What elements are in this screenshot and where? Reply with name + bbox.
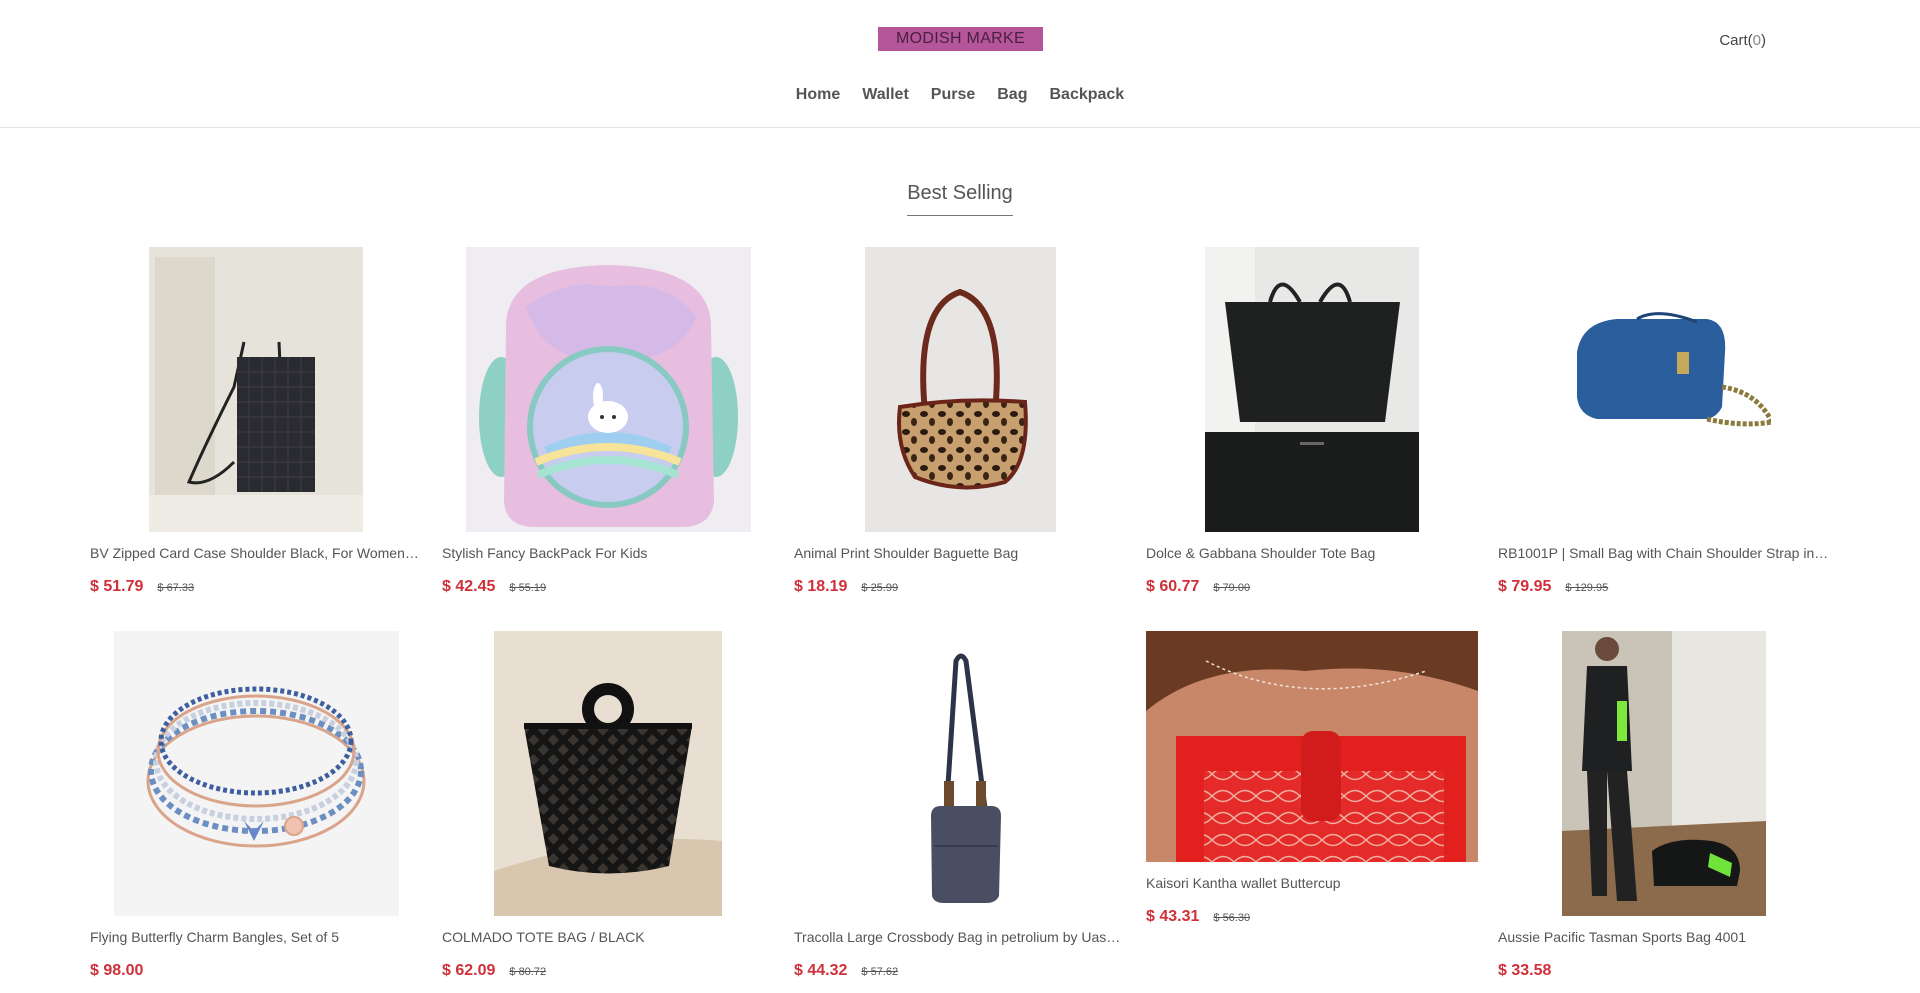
black-woven-phone-pouch-icon [149, 247, 363, 532]
red-kantha-wallet-icon [1146, 631, 1478, 862]
price-row: $ 62.09 $ 80.72 [442, 962, 774, 980]
section-title: Best Selling [907, 182, 1013, 216]
product-old-price: $ 57.62 [861, 966, 899, 978]
product-price: $ 98.00 [90, 962, 144, 979]
product-title[interactable]: BV Zipped Card Case Shoulder Black, For … [90, 545, 422, 561]
product-image [494, 631, 722, 916]
pink-unicorn-backpack-icon [466, 247, 751, 532]
price-row: $ 51.79 $ 67.33 [90, 578, 422, 596]
black-tote-bag-icon [1205, 247, 1419, 532]
product-image [114, 631, 399, 916]
product-title[interactable]: Animal Print Shoulder Baguette Bag [794, 545, 1126, 561]
product-image-link[interactable] [1498, 247, 1830, 532]
product-title[interactable]: COLMADO TOTE BAG / BLACK [442, 929, 774, 945]
product-price: $ 44.32 [794, 962, 848, 979]
nav-wallet[interactable]: Wallet [851, 86, 920, 104]
price-row: $ 18.19 $ 25.99 [794, 578, 1126, 596]
product-title[interactable]: Dolce & Gabbana Shoulder Tote Bag [1146, 545, 1478, 561]
product-price: $ 33.58 [1498, 962, 1552, 979]
product-image [1205, 247, 1419, 532]
price-row: $ 60.77 $ 79.00 [1146, 578, 1478, 596]
leopard-baguette-bag-icon [865, 247, 1056, 532]
product-title[interactable]: Stylish Fancy BackPack For Kids [442, 545, 774, 561]
product-old-price: $ 25.99 [861, 582, 899, 594]
price-row: $ 33.58 [1498, 962, 1830, 980]
price-row: $ 43.31 $ 56.30 [1146, 908, 1478, 926]
product-image-link[interactable] [442, 631, 774, 916]
product-old-price: $ 56.30 [1213, 912, 1251, 924]
product-title[interactable]: Kaisori Kantha wallet Buttercup [1146, 875, 1478, 891]
product-image-link[interactable] [90, 247, 422, 532]
black-jelly-tote-icon [494, 631, 722, 916]
product-title[interactable]: Aussie Pacific Tasman Sports Bag 4001 [1498, 929, 1830, 945]
product-title[interactable]: Flying Butterfly Charm Bangles, Set of 5 [90, 929, 422, 945]
section-heading: Best Selling [0, 182, 1920, 216]
price-row: $ 98.00 [90, 962, 422, 980]
product-price: $ 62.09 [442, 962, 496, 979]
cart-label: Cart( [1719, 32, 1753, 49]
product-price: $ 42.45 [442, 578, 496, 595]
sports-duffel-bag-icon [1562, 631, 1766, 916]
cart-label-close: ) [1761, 32, 1766, 49]
product-old-price: $ 55.19 [509, 582, 547, 594]
product-price: $ 51.79 [90, 578, 144, 595]
product-old-price: $ 80.72 [509, 966, 547, 978]
product-image [1562, 631, 1766, 916]
product-image [466, 247, 751, 532]
product-image [1557, 247, 1771, 532]
product-price: $ 18.19 [794, 578, 848, 595]
site-header: MODISH MARKE Cart(0) Home Wallet Purse B… [0, 0, 1920, 128]
nav-purse[interactable]: Purse [920, 86, 986, 104]
price-row: $ 79.95 $ 129.95 [1498, 578, 1830, 596]
nav-home[interactable]: Home [785, 86, 851, 104]
product-price: $ 60.77 [1146, 578, 1200, 595]
product-old-price: $ 129.95 [1565, 582, 1609, 594]
product-image-link[interactable] [1146, 247, 1478, 532]
product-image-link[interactable] [1498, 631, 1830, 916]
main-nav: Home Wallet Purse Bag Backpack [0, 86, 1920, 104]
product-image-link[interactable] [90, 631, 422, 916]
product-price: $ 43.31 [1146, 908, 1200, 925]
charm-bangles-icon [114, 631, 399, 916]
cart-link[interactable]: Cart(0) [1719, 32, 1766, 49]
product-image-link[interactable] [794, 631, 1126, 916]
product-old-price: $ 67.33 [157, 582, 195, 594]
product-image [149, 247, 363, 532]
product-image-link[interactable] [794, 247, 1126, 532]
product-price: $ 79.95 [1498, 578, 1552, 595]
nav-backpack[interactable]: Backpack [1038, 86, 1135, 104]
price-row: $ 44.32 $ 57.62 [794, 962, 1126, 980]
product-image [1146, 631, 1478, 862]
product-image-link[interactable] [1146, 631, 1478, 916]
navy-crossbody-bag-icon [846, 631, 1074, 916]
brand-logo[interactable]: MODISH MARKE [878, 27, 1043, 51]
cart-count: 0 [1752, 32, 1761, 49]
blue-chain-bag-icon [1557, 247, 1771, 532]
product-title[interactable]: Tracolla Large Crossbody Bag in petroliu… [794, 929, 1126, 945]
product-image [865, 247, 1056, 532]
nav-bag[interactable]: Bag [986, 86, 1038, 104]
product-old-price: $ 79.00 [1213, 582, 1251, 594]
product-image-link[interactable] [442, 247, 774, 532]
product-title[interactable]: RB1001P | Small Bag with Chain Shoulder … [1498, 545, 1830, 561]
price-row: $ 42.45 $ 55.19 [442, 578, 774, 596]
product-image [846, 631, 1074, 916]
